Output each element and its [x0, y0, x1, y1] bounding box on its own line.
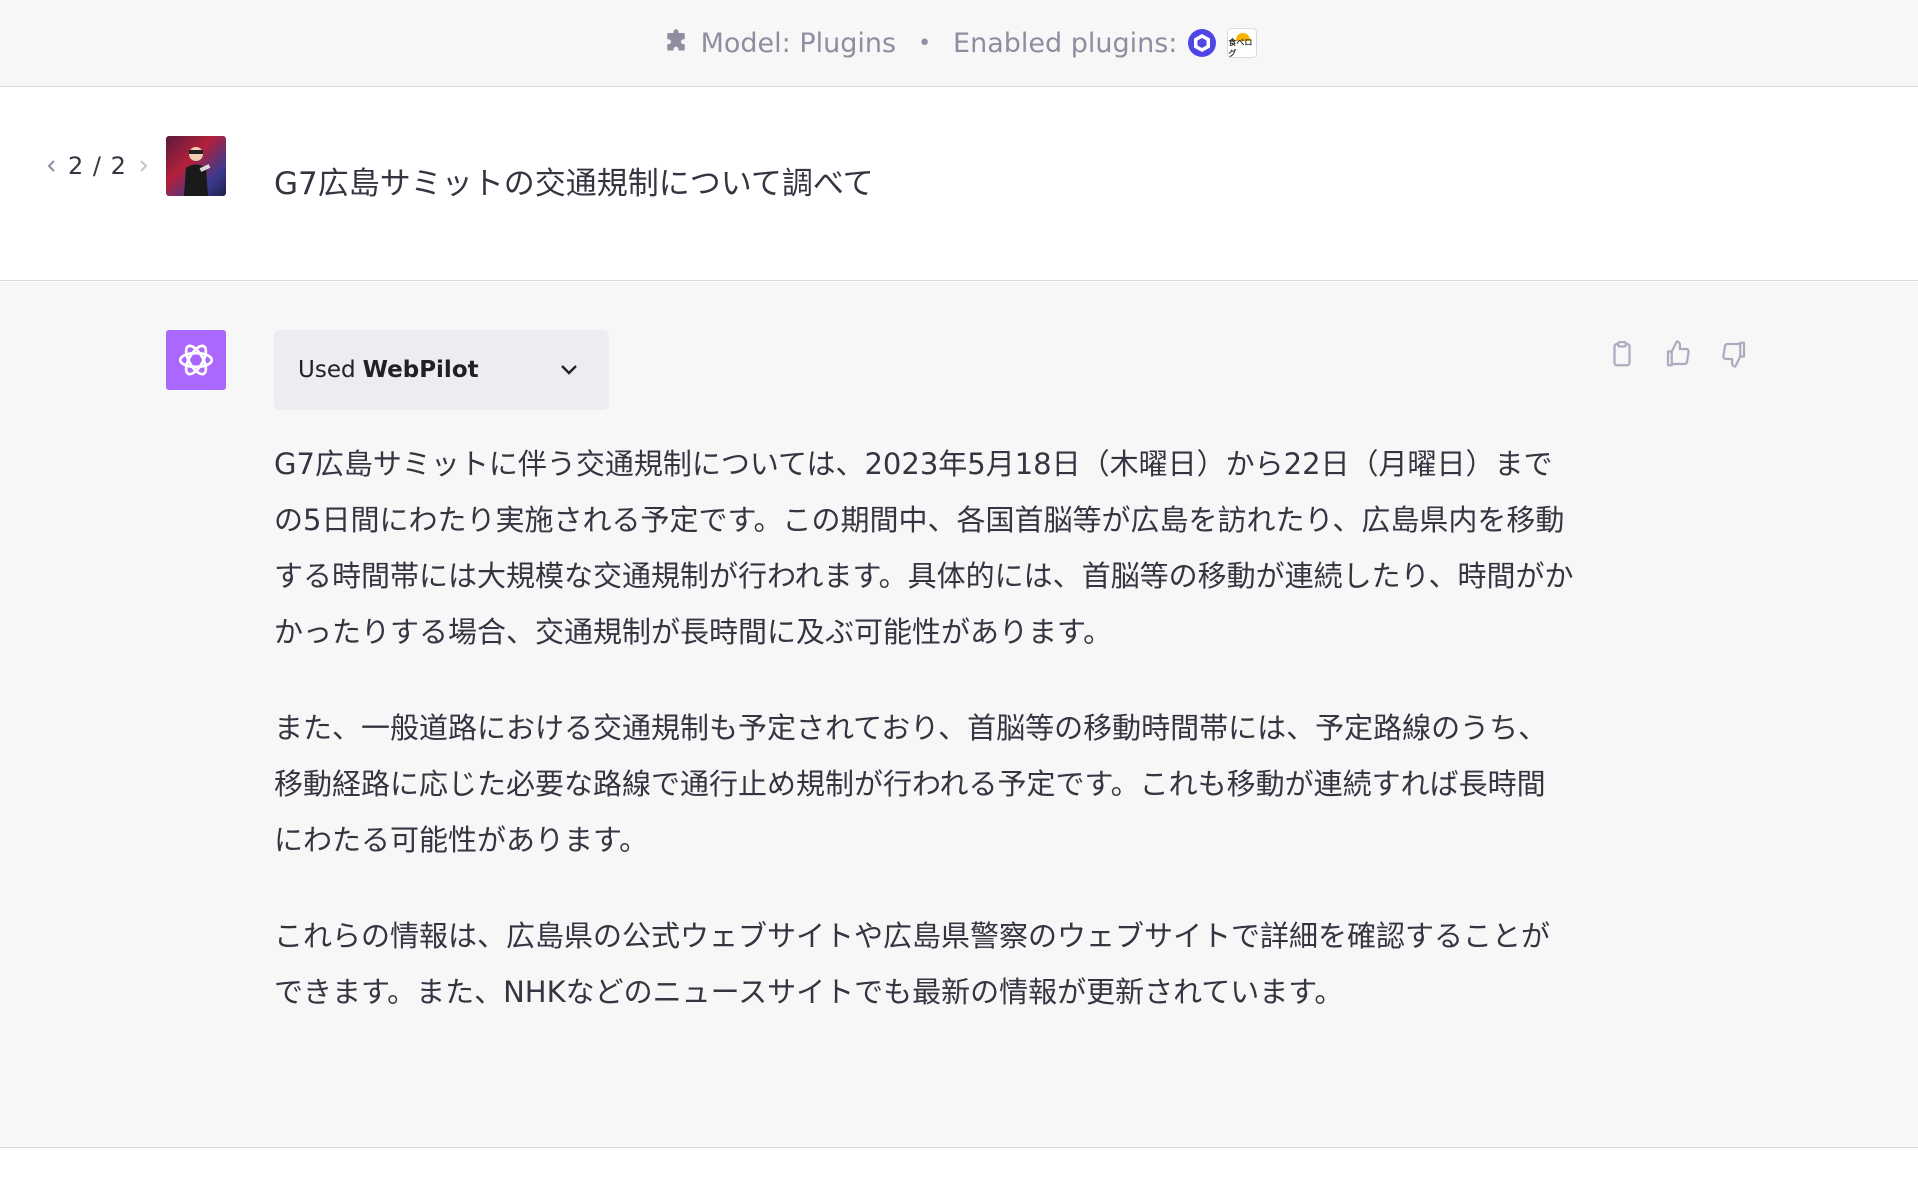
response-pager: 2 / 2 [36, 152, 159, 180]
message-actions [1604, 336, 1772, 372]
chat-page: Model: Plugins • Enabled plugins: 食べログ 2… [0, 0, 1918, 1194]
answer-paragraph: また、一般道路における交通規制も予定されており、首脳等の移動時間帯には、予定路線… [274, 711, 1548, 857]
assistant-message-row: Used WebPilot G7広島サミットに伴う交通規制については、2023年… [0, 282, 1918, 1148]
model-label: Model: Plugins [700, 27, 897, 59]
thumbs-up-icon[interactable] [1660, 336, 1696, 372]
chevron-right-icon[interactable] [135, 158, 151, 174]
assistant-avatar [166, 330, 226, 390]
answer-paragraph: G7広島サミットに伴う交通規制については、2023年5月18日（木曜日）から22… [274, 447, 1574, 649]
user-message-row: 2 / 2 G7広島サミットの交通規制について調べて [0, 88, 1918, 281]
tabelog-icon[interactable]: 食べログ [1227, 28, 1258, 58]
separator-dot: • [918, 30, 932, 56]
thumbs-down-icon[interactable] [1716, 336, 1752, 372]
user-message-text: G7広島サミットの交通規制について調べて [274, 166, 874, 202]
user-avatar [166, 136, 226, 196]
plugin-used-name: WebPilot [362, 357, 479, 383]
person-icon [184, 147, 211, 196]
plugin-used-prefix: Used [298, 357, 356, 383]
answer-paragraph: これらの情報は、広島県の公式ウェブサイトや広島県警察のウェブサイトで詳細を確認す… [274, 919, 1551, 1009]
puzzle-icon [661, 28, 691, 58]
model-info-bar: Model: Plugins • Enabled plugins: 食べログ [0, 0, 1918, 87]
copy-clipboard-icon[interactable] [1604, 336, 1640, 372]
pager-count: 2 / 2 [68, 152, 127, 180]
webpilot-icon[interactable] [1187, 28, 1217, 58]
plugin-used-toggle[interactable]: Used WebPilot [274, 330, 609, 410]
enabled-plugins-label: Enabled plugins: [953, 27, 1178, 59]
openai-logo-icon [178, 344, 214, 376]
tabelog-label: 食べログ [1228, 38, 1253, 58]
assistant-answer: G7広島サミットに伴う交通規制については、2023年5月18日（木曜日）から22… [274, 436, 1574, 1060]
chevron-left-icon[interactable] [44, 158, 60, 174]
chevron-down-icon [557, 358, 581, 382]
